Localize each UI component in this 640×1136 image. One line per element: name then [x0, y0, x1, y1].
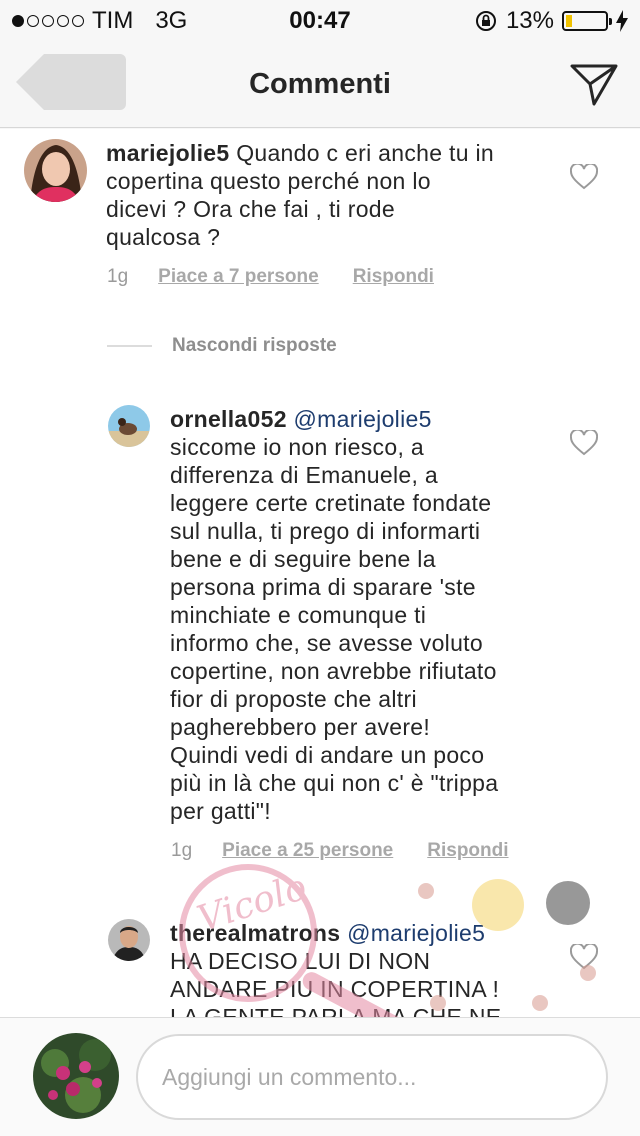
likes-link[interactable]: Piace a 7 persone: [158, 266, 319, 288]
comment-line: minchiate e comunque ti: [170, 602, 427, 628]
charging-bolt-icon: [616, 10, 628, 32]
mention-link[interactable]: @mariejolie5: [347, 920, 485, 946]
comment-age: 1g: [107, 266, 129, 287]
comment-line: LA GENTE PARLA MA CHE NE: [170, 1004, 502, 1017]
comment-line: siccome io non riesco, a: [170, 434, 424, 460]
comment-username[interactable]: mariejolie5: [106, 140, 229, 166]
comment-line: persona prima di sparare 'ste: [170, 574, 476, 600]
likes-link[interactable]: Piace a 25 persone: [222, 840, 393, 862]
status-bar: TIM 3G 00:47 13%: [0, 0, 640, 40]
hide-replies-label: Nascondi risposte: [172, 335, 337, 356]
status-right: 13%: [474, 7, 628, 35]
divider: [107, 345, 152, 347]
rotation-lock-icon: [475, 11, 496, 31]
comment-line: ANDARE PIU IN COPERTINA !: [170, 976, 500, 1002]
comment-line: Quindi vedi di andare un poco: [170, 742, 485, 768]
reply-button[interactable]: Rispondi: [427, 840, 508, 862]
heart-icon[interactable]: [570, 944, 598, 970]
avatar: [33, 1033, 119, 1119]
comment-line: pagherebbero per avere!: [170, 714, 431, 740]
comment-age: 1g: [171, 840, 193, 861]
battery-icon: [562, 11, 612, 31]
comment-line: informo che, se avesse voluto: [170, 630, 483, 656]
avatar[interactable]: [108, 405, 150, 447]
avatar[interactable]: [108, 919, 150, 961]
hide-replies-toggle[interactable]: Nascondi risposte: [107, 335, 337, 357]
comment-text: ornella052 @mariejolie5 siccome io non r…: [170, 405, 570, 825]
comment-line: più in là che qui non c' è "trippa: [170, 770, 499, 796]
heart-icon[interactable]: [570, 164, 598, 190]
heart-icon[interactable]: [570, 430, 598, 456]
comment-username[interactable]: therealmatrons: [170, 920, 340, 946]
comment-line: per gatti"!: [170, 798, 271, 824]
comment-composer: [0, 1017, 640, 1136]
comment-line: fior di proposte che altri: [170, 686, 417, 712]
comment-text: therealmatrons @mariejolie5 HA DECISO LU…: [170, 919, 570, 1017]
battery-percent: 13%: [505, 7, 554, 34]
mention-link[interactable]: @mariejolie5: [294, 406, 432, 432]
comment-text: mariejolie5 Quando c eri anche tu in cop…: [106, 139, 546, 251]
comment-meta: 1g Piace a 25 persone Rispondi: [171, 840, 509, 862]
comment-line: dicevi ? Ora che fai , ti rode: [106, 196, 395, 222]
comment-line: copertine, non avrebbe rifiutato: [170, 658, 497, 684]
comment-username[interactable]: ornella052: [170, 406, 287, 432]
comment-line: sul nulla, ti prego di informarti: [170, 518, 481, 544]
paper-plane-icon[interactable]: [570, 62, 618, 106]
navigation-bar: Commenti: [0, 40, 640, 128]
reply-button[interactable]: Rispondi: [353, 266, 434, 288]
comment-line: leggere certe cretinate fondate: [170, 490, 492, 516]
page-title: Commenti: [249, 68, 391, 100]
comment-line: copertina questo perché non lo: [106, 168, 431, 194]
comment-line: differenza di Emanuele, a: [170, 462, 438, 488]
avatar[interactable]: [24, 139, 87, 202]
comment-line: Quando c eri anche tu in: [236, 140, 494, 166]
comment-line: qualcosa ?: [106, 224, 221, 250]
comment-input[interactable]: [136, 1034, 608, 1120]
comments-list[interactable]: mariejolie5 Quando c eri anche tu in cop…: [0, 129, 640, 1017]
comment-meta: 1g Piace a 7 persone Rispondi: [107, 266, 434, 288]
comment-line: HA DECISO LUI DI NON: [170, 948, 431, 974]
comment-line: bene e di seguire bene la: [170, 546, 436, 572]
